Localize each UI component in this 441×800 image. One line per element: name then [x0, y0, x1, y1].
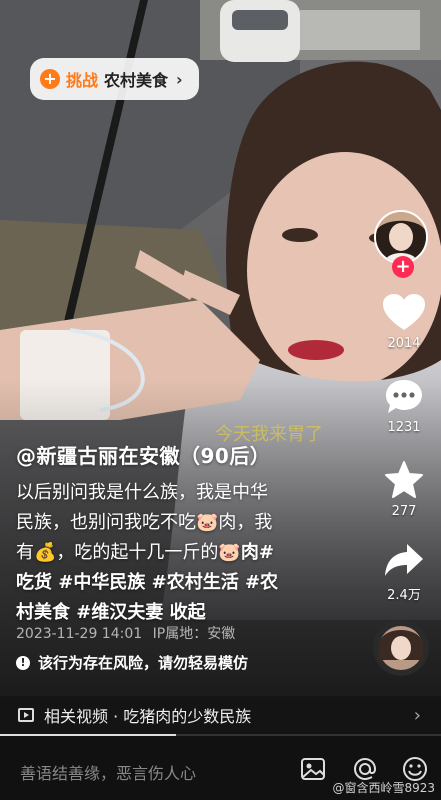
- share-button[interactable]: 2.4万: [370, 542, 438, 603]
- post-meta: 2023-11-29 14:01 IP属地：安徽: [16, 623, 235, 643]
- warning-icon: !: [16, 655, 30, 670]
- chevron-right-icon: ›: [413, 704, 421, 726]
- watermark: @窗含西岭雪8923: [332, 781, 435, 795]
- chevron-right-icon: ›: [176, 69, 183, 89]
- share-count: 2.4万: [387, 588, 421, 603]
- money-bag-emoji-icon: 💰: [34, 542, 57, 563]
- risk-warning: ! 该行为存在风险，请勿轻易模仿: [16, 652, 248, 673]
- post-date: 2023-11-29 14:01: [16, 626, 143, 642]
- video-page: 今天我来胃了 + 挑战 农村美食 › + 2014 1231 277 2.4万 …: [0, 0, 441, 800]
- pig-emoji-icon: 🐷: [218, 542, 241, 563]
- hashtag-line[interactable]: 吃货 #中华民族 #农村生活 #农: [16, 568, 326, 598]
- like-button[interactable]: 2014: [370, 294, 438, 351]
- image-icon[interactable]: [300, 756, 326, 782]
- challenge-prefix: 挑战: [66, 71, 99, 90]
- comment-input-bar: 善语结善缘，恶言伤人心 @窗含西岭雪8923: [0, 736, 441, 800]
- like-count: 2014: [387, 336, 421, 351]
- favorite-button[interactable]: 277: [370, 460, 438, 519]
- desc-line: 民族，也别问我吃不吃🐷肉，我: [16, 512, 273, 533]
- desc-line: 有💰，吃的起十几一斤的🐷肉#: [16, 542, 274, 563]
- comment-input[interactable]: 善语结善缘，恶言伤人心: [20, 760, 196, 784]
- related-videos-bar[interactable]: 相关视频 · 吃猪肉的少数民族 ›: [0, 696, 441, 734]
- star-icon: [385, 461, 423, 498]
- follow-button[interactable]: +: [392, 256, 414, 278]
- ip-location: IP属地：安徽: [152, 626, 236, 642]
- challenge-topic: 农村美食: [104, 71, 169, 90]
- share-arrow-icon: [385, 544, 423, 576]
- comment-count: 1231: [387, 420, 421, 435]
- comment-button[interactable]: 1231: [370, 378, 438, 435]
- favorite-count: 277: [391, 504, 417, 519]
- video-icon: [18, 708, 34, 722]
- music-disc[interactable]: [373, 620, 429, 676]
- desc-line: 以后别问我是什么族，我是中华: [16, 482, 268, 503]
- pig-emoji-icon: 🐷: [196, 512, 219, 533]
- heart-icon: [383, 294, 425, 330]
- plus-circle-icon: +: [40, 69, 60, 89]
- related-label: 相关视频 · 吃猪肉的少数民族: [44, 707, 252, 726]
- author-name[interactable]: @新疆古丽在安徽（90后）: [16, 440, 270, 469]
- warning-text: 该行为存在风险，请勿轻易模仿: [38, 654, 249, 672]
- challenge-chip[interactable]: + 挑战 农村美食 ›: [30, 58, 199, 100]
- post-description: 以后别问我是什么族，我是中华 民族，也别问我吃不吃🐷肉，我 有💰，吃的起十几一斤…: [16, 478, 326, 628]
- comment-icon: [386, 380, 422, 413]
